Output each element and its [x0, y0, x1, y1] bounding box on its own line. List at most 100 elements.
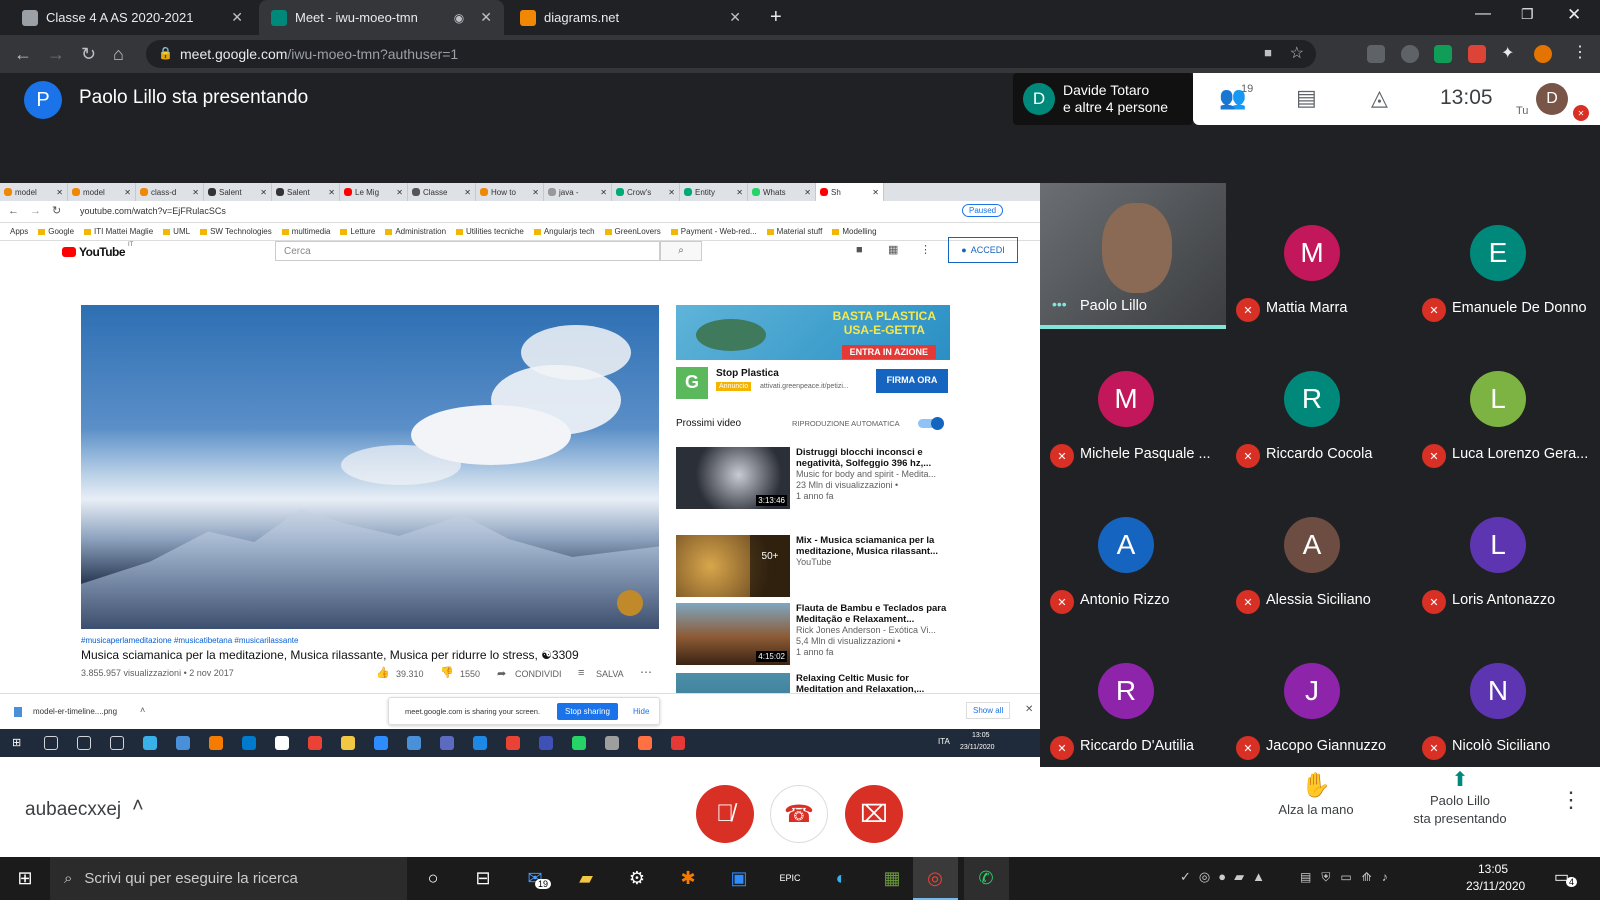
- participant-tile[interactable]: N ✕ Nicolò Siciliano: [1412, 621, 1598, 767]
- maximize-icon[interactable]: ❐: [1521, 6, 1534, 23]
- country-code: IT: [128, 242, 134, 248]
- settings-icon[interactable]: ⚙: [624, 866, 650, 890]
- raise-hand-button[interactable]: ✋ Alza la mano: [1268, 771, 1364, 841]
- participant-tile[interactable]: M ✕ Michele Pasquale ...: [1040, 329, 1226, 475]
- close-tab-icon[interactable]: ✕: [729, 9, 741, 26]
- mic-toggle-button[interactable]: 🎙̸: [696, 785, 754, 843]
- ad-banner: BASTA PLASTICA USA-E-GETTA ENTRA IN AZION…: [676, 305, 950, 360]
- ad-badge: Annuncio: [716, 382, 752, 391]
- self-label: Tu: [1516, 105, 1529, 117]
- account-icon: ●: [961, 245, 967, 255]
- system-tray-icons[interactable]: ✓◎●▰▲: [1180, 869, 1273, 885]
- video-age: 1 anno fa: [796, 647, 834, 657]
- chevron-up-icon[interactable]: ˄: [132, 795, 144, 818]
- ad-banner-line1: BASTA PLASTICA: [832, 309, 936, 323]
- avatar: J: [1284, 663, 1340, 719]
- up-next-label: Prossimi video: [676, 418, 742, 429]
- star-icon[interactable]: ☆: [1290, 43, 1304, 63]
- home-icon[interactable]: ⌂: [113, 44, 124, 65]
- participant-tile[interactable]: M ✕ Mattia Marra: [1226, 183, 1412, 329]
- camera-toggle-button[interactable]: ⌧: [845, 785, 903, 843]
- video-item-title: Relaxing Celtic Music for Meditation and…: [796, 673, 925, 695]
- participant-tile[interactable]: A ✕ Antonio Rizzo: [1040, 475, 1226, 621]
- tray-status-icons[interactable]: ▤⛨▭⟰♪: [1300, 870, 1398, 885]
- extension-icon[interactable]: [1434, 45, 1452, 63]
- inner-tab-title: Classe: [423, 187, 448, 197]
- puzzle-icon[interactable]: ✦: [1501, 43, 1519, 62]
- taskbar-app-icon: [110, 736, 124, 750]
- self-avatar[interactable]: D: [1536, 83, 1568, 115]
- close-tab-icon[interactable]: ✕: [231, 9, 243, 26]
- close-tab-icon[interactable]: ✕: [480, 9, 492, 26]
- autoplay-toggle: [918, 417, 944, 430]
- participant-grid: ••• Paolo Lillo M ✕ Mattia Marra E ✕ Emanuele D…: [1040, 183, 1600, 767]
- video-thumbnail: 4:15:02: [676, 603, 790, 665]
- participant-name: Loris Antonazzo: [1452, 592, 1556, 608]
- show-all-button: Show all: [966, 702, 1011, 719]
- tab-favicon-icon: [548, 188, 556, 196]
- apps-grid-icon: ▦: [888, 244, 899, 256]
- extension-icon[interactable]: [1401, 45, 1419, 63]
- chat-icon[interactable]: ▤: [1296, 85, 1317, 111]
- participant-tile[interactable]: J ✕ Jacopo Giannuzzo: [1226, 621, 1412, 767]
- minecraft-icon[interactable]: ▦: [879, 866, 905, 890]
- participant-tile[interactable]: ••• Paolo Lillo: [1040, 183, 1226, 329]
- pinned-others: e altre 4 persone: [1063, 99, 1169, 115]
- cortana-icon[interactable]: ○: [420, 866, 446, 890]
- back-icon[interactable]: ←: [14, 44, 32, 65]
- mail-extension-icon[interactable]: [1468, 45, 1486, 63]
- share-icon: ➦: [497, 668, 507, 680]
- menu-icon[interactable]: ⋮: [1572, 42, 1590, 61]
- bookmark-item: SW Technologies: [200, 227, 272, 236]
- tab-diagrams[interactable]: diagrams.net ✕: [508, 0, 753, 35]
- forward-icon[interactable]: →: [47, 44, 65, 65]
- task-view-icon[interactable]: ⊟: [470, 866, 496, 890]
- participant-name: Riccardo D'Autilia: [1080, 738, 1194, 754]
- inner-tab-title: class-d: [151, 187, 177, 197]
- participant-tile[interactable]: R ✕ Riccardo D'Autilia: [1040, 621, 1226, 767]
- inner-tab: model ✕: [0, 183, 68, 201]
- close-tab-icon: ✕: [192, 187, 199, 197]
- taskbar-search[interactable]: ⌕ Scrivi qui per eseguire la ricerca: [50, 857, 407, 900]
- camera-icon[interactable]: ■: [1264, 45, 1272, 60]
- edge-icon[interactable]: ◐: [828, 866, 854, 890]
- sharing-text: meet.google.com is sharing your screen.: [405, 707, 541, 716]
- audio-level-icon: •••: [1052, 296, 1067, 312]
- taskbar-app-icon: [440, 736, 454, 750]
- mic-off-icon: ✕: [1236, 444, 1260, 468]
- youtube-logo: YouTube: [79, 245, 126, 259]
- reload-icon[interactable]: ↻: [81, 44, 96, 65]
- new-tab-icon[interactable]: +: [770, 6, 782, 29]
- video-channel: Music for body and spirit - Medita...: [796, 469, 937, 479]
- pinned-speaker-box[interactable]: D Davide Totaro e altre 4 persone: [1013, 73, 1193, 125]
- activities-icon[interactable]: ◬: [1371, 85, 1388, 111]
- url-field[interactable]: 🔒 meet.google.com/iwu-moeo-tmn?authuser=…: [146, 40, 1316, 68]
- inner-tab: Salent ✕: [272, 183, 340, 201]
- presenting-button[interactable]: ⬆ Paolo Lillo sta presentando: [1400, 767, 1520, 847]
- inner-tab-bar: model ✕ model ✕ class-d ✕ Salent ✕ Salent ✕ Le Mig…: [0, 183, 1040, 201]
- tab-classroom[interactable]: Classe 4 A AS 2020-2021 ✕: [10, 0, 255, 35]
- profile-icon[interactable]: [1534, 45, 1552, 63]
- participant-tile[interactable]: A ✕ Alessia Siciliano: [1226, 475, 1412, 621]
- close-window-icon[interactable]: ✕: [1567, 5, 1581, 25]
- minimize-icon[interactable]: —: [1475, 5, 1491, 23]
- participant-name: Antonio Rizzo: [1080, 592, 1170, 608]
- more-options-icon[interactable]: ⋮: [1560, 787, 1582, 813]
- leave-call-button[interactable]: ☎: [770, 785, 828, 843]
- participant-tile[interactable]: L ✕ Loris Antonazzo: [1412, 475, 1598, 621]
- tab-meet[interactable]: Meet - iwu-moeo-tmn ◉ ✕: [259, 0, 504, 35]
- whatsapp-icon[interactable]: ✆: [973, 866, 999, 890]
- participant-tile[interactable]: L ✕ Luca Lorenzo Gera...: [1412, 329, 1598, 475]
- ad-banner-line2: USA-E-GETTA: [843, 323, 925, 337]
- zoom-icon[interactable]: ▣: [726, 866, 752, 890]
- file-explorer-icon[interactable]: ▰: [573, 866, 599, 890]
- participant-tile[interactable]: R ✕ Riccardo Cocola: [1226, 329, 1412, 475]
- app-icon[interactable]: ✱: [675, 866, 701, 890]
- dropbox-icon[interactable]: [1367, 45, 1385, 63]
- windows-start-icon[interactable]: ⊞: [12, 866, 38, 890]
- mic-off-icon: ✕: [1422, 736, 1446, 760]
- epic-games-icon[interactable]: EPIC: [777, 866, 803, 890]
- chrome-icon[interactable]: ◎: [922, 866, 948, 890]
- participant-tile[interactable]: E ✕ Emanuele De Donno: [1412, 183, 1598, 329]
- taskbar-app-icon: [671, 736, 685, 750]
